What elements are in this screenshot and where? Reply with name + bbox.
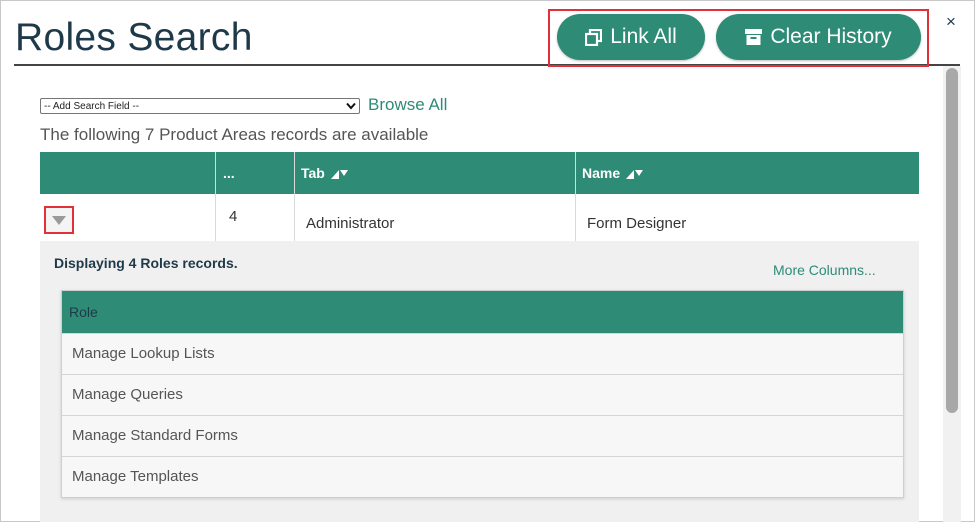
expanded-row-detail: Displaying 4 Roles records. More Columns… [40,241,919,522]
column-divider [575,152,576,241]
link-all-button[interactable]: Link All [557,14,705,60]
link-all-icon [585,28,603,46]
list-item[interactable]: Manage Standard Forms [62,415,903,456]
records-available-text: The following 7 Product Areas records ar… [40,125,429,144]
row-name-cell: Form Designer [587,215,687,232]
column-divider [294,152,295,241]
grid-header: ... Tab Name [40,152,919,194]
roles-subgrid: Role Manage Lookup Lists Manage Queries … [61,290,904,498]
page-title: Roles Search [15,16,253,59]
column-header-role[interactable]: Role [62,291,903,333]
sort-icon[interactable] [626,169,644,180]
scrollbar-thumb[interactable] [946,68,958,413]
row-tab-cell: Administrator [306,215,395,232]
row-count-cell: 4 [229,208,238,225]
column-header-name[interactable]: Name [575,152,919,194]
link-all-label: Link All [610,25,677,48]
add-search-field-value: -- Add Search Field -- [44,101,140,112]
browse-all-link[interactable]: Browse All [368,95,447,115]
column-header-count[interactable]: ... [215,152,294,194]
list-item[interactable]: Manage Queries [62,374,903,415]
list-item[interactable]: Manage Lookup Lists [62,333,903,374]
expand-row-button[interactable] [44,206,74,234]
close-button[interactable]: × [946,12,956,32]
column-header-tab-label: Tab [301,165,325,181]
clear-history-button[interactable]: Clear History [716,14,921,60]
sort-icon[interactable] [330,169,348,180]
table-row[interactable]: 4 Administrator Form Designer [40,194,919,243]
column-divider [215,152,216,241]
column-header-name-label: Name [582,165,621,181]
displaying-records-text: Displaying 4 Roles records. [54,255,238,271]
column-header-tab[interactable]: Tab [294,152,575,194]
triangle-down-icon [52,215,66,225]
column-header-expand [40,152,215,194]
chevron-down-icon [346,102,356,110]
archive-box-icon [745,29,763,45]
add-search-field-select[interactable]: -- Add Search Field -- [40,98,360,114]
more-columns-link[interactable]: More Columns... [773,262,876,278]
list-item[interactable]: Manage Templates [62,456,903,497]
clear-history-label: Clear History [770,25,892,48]
